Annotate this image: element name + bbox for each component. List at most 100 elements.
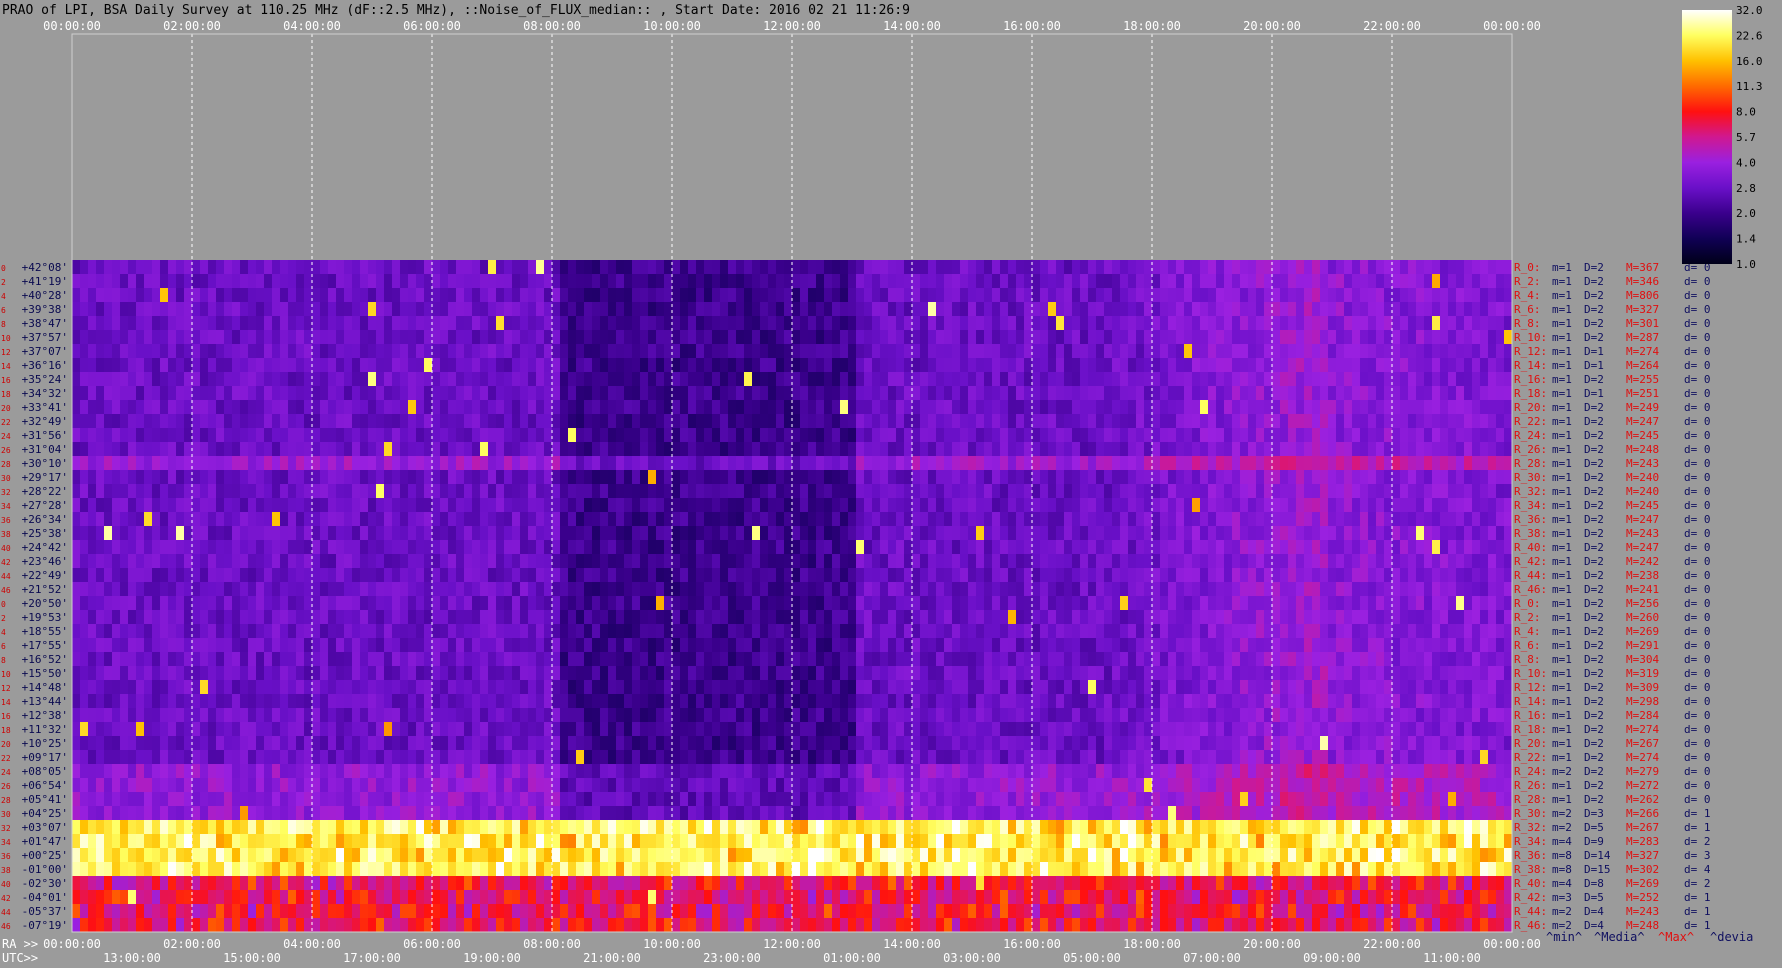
- heatmap-cell: [624, 400, 633, 415]
- heatmap-cell: [496, 358, 505, 373]
- heatmap-cell: [1416, 288, 1425, 303]
- heatmap-cell: [1472, 624, 1481, 639]
- heatmap-cell: [872, 498, 881, 513]
- heatmap-cell: [640, 372, 649, 387]
- heatmap-cell: [1312, 498, 1321, 513]
- heatmap-cell: [640, 274, 649, 289]
- heatmap-cell: [1232, 568, 1241, 583]
- heatmap-cell: [1264, 568, 1273, 583]
- heatmap-cell: [1344, 260, 1353, 275]
- heatmap-cell: [176, 638, 185, 653]
- heatmap-cell: [1448, 442, 1457, 457]
- heatmap-cell: [712, 302, 721, 317]
- heatmap-cell: [624, 386, 633, 401]
- heatmap-cell: [288, 344, 297, 359]
- heatmap-cell: [440, 498, 449, 513]
- heatmap-cell: [184, 442, 193, 457]
- heatmap-cell: [664, 554, 673, 569]
- heatmap-cell: [440, 470, 449, 485]
- heatmap-cell: [1256, 372, 1265, 387]
- heatmap-cell: [368, 610, 377, 625]
- heatmap-cell: [992, 540, 1001, 555]
- heatmap-cell: [200, 498, 209, 513]
- heatmap-cell: [600, 288, 609, 303]
- heatmap-cell: [296, 512, 305, 527]
- heatmap-cell: [240, 638, 249, 653]
- heatmap-cell: [1232, 400, 1241, 415]
- heatmap-cell: [328, 596, 337, 611]
- heatmap-cell: [544, 624, 553, 639]
- heatmap-cell: [352, 344, 361, 359]
- heatmap-cell: [280, 484, 289, 499]
- heatmap-cell: [880, 372, 889, 387]
- heatmap-cell: [1048, 456, 1057, 471]
- heatmap-cell: [816, 498, 825, 513]
- heatmap-cell: [608, 400, 617, 415]
- heatmap-cell: [1384, 526, 1393, 541]
- heatmap-cell: [128, 470, 137, 485]
- heatmap-cell: [560, 260, 569, 275]
- heatmap-cell: [1304, 470, 1313, 485]
- heatmap-cell: [688, 526, 697, 541]
- heatmap-cell: [1368, 414, 1377, 429]
- heatmap-cell: [512, 568, 521, 583]
- heatmap-cell: [792, 302, 801, 317]
- heatmap-cell: [200, 288, 209, 303]
- heatmap-cell: [944, 512, 953, 527]
- heatmap-cell: [440, 456, 449, 471]
- heatmap-cell: [456, 414, 465, 429]
- heatmap-cell: [1400, 470, 1409, 485]
- heatmap-cell: [360, 372, 369, 387]
- heatmap-cell: [1040, 428, 1049, 443]
- heatmap-cell: [1032, 456, 1041, 471]
- heatmap-cell: [816, 638, 825, 653]
- heatmap-cell: [1064, 400, 1073, 415]
- heatmap-cell: [1400, 498, 1409, 513]
- heatmap-cell: [688, 442, 697, 457]
- heatmap-cell: [1072, 316, 1081, 331]
- heatmap-cell: [200, 596, 209, 611]
- heatmap-cell: [1344, 610, 1353, 625]
- heatmap-cell: [976, 330, 985, 345]
- heatmap-cell: [784, 428, 793, 443]
- heatmap-cell: [1224, 386, 1233, 401]
- heatmap-cell: [1192, 568, 1201, 583]
- heatmap-cell: [360, 302, 369, 317]
- heatmap-cell: [592, 512, 601, 527]
- heatmap-cell: [760, 554, 769, 569]
- heatmap-cell: [608, 260, 617, 275]
- heatmap-cell: [584, 610, 593, 625]
- heatmap-cell: [656, 540, 665, 555]
- heatmap-cell: [552, 316, 561, 331]
- heatmap-cell: [1504, 428, 1513, 443]
- heatmap-cell: [704, 484, 713, 499]
- heatmap-cell: [1304, 540, 1313, 555]
- heatmap-cell: [248, 274, 257, 289]
- heatmap-cell: [600, 400, 609, 415]
- heatmap-cell: [240, 302, 249, 317]
- heatmap-cell: [1472, 484, 1481, 499]
- heatmap-cell: [400, 442, 409, 457]
- heatmap-cell: [264, 568, 273, 583]
- heatmap-cell: [392, 456, 401, 471]
- heatmap-cell: [488, 582, 497, 597]
- heatmap-cell: [736, 442, 745, 457]
- heatmap-cell: [1136, 358, 1145, 373]
- heatmap-cell: [312, 582, 321, 597]
- heatmap-cell: [1208, 624, 1217, 639]
- heatmap-cell: [528, 526, 537, 541]
- heatmap-cell: [848, 498, 857, 513]
- heatmap-cell: [1360, 610, 1369, 625]
- heatmap-cell: [392, 484, 401, 499]
- heatmap-cell: [88, 302, 97, 317]
- heatmap-cell: [168, 386, 177, 401]
- heatmap-cell: [1112, 610, 1121, 625]
- heatmap-cell: [1176, 540, 1185, 555]
- heatmap-cell: [400, 400, 409, 415]
- heatmap-cell: [1264, 428, 1273, 443]
- heatmap-cell: [424, 316, 433, 331]
- heatmap-cell: [1256, 470, 1265, 485]
- heatmap-cell: [1496, 344, 1505, 359]
- heatmap-cell: [1336, 540, 1345, 555]
- heatmap-cell: [232, 386, 241, 401]
